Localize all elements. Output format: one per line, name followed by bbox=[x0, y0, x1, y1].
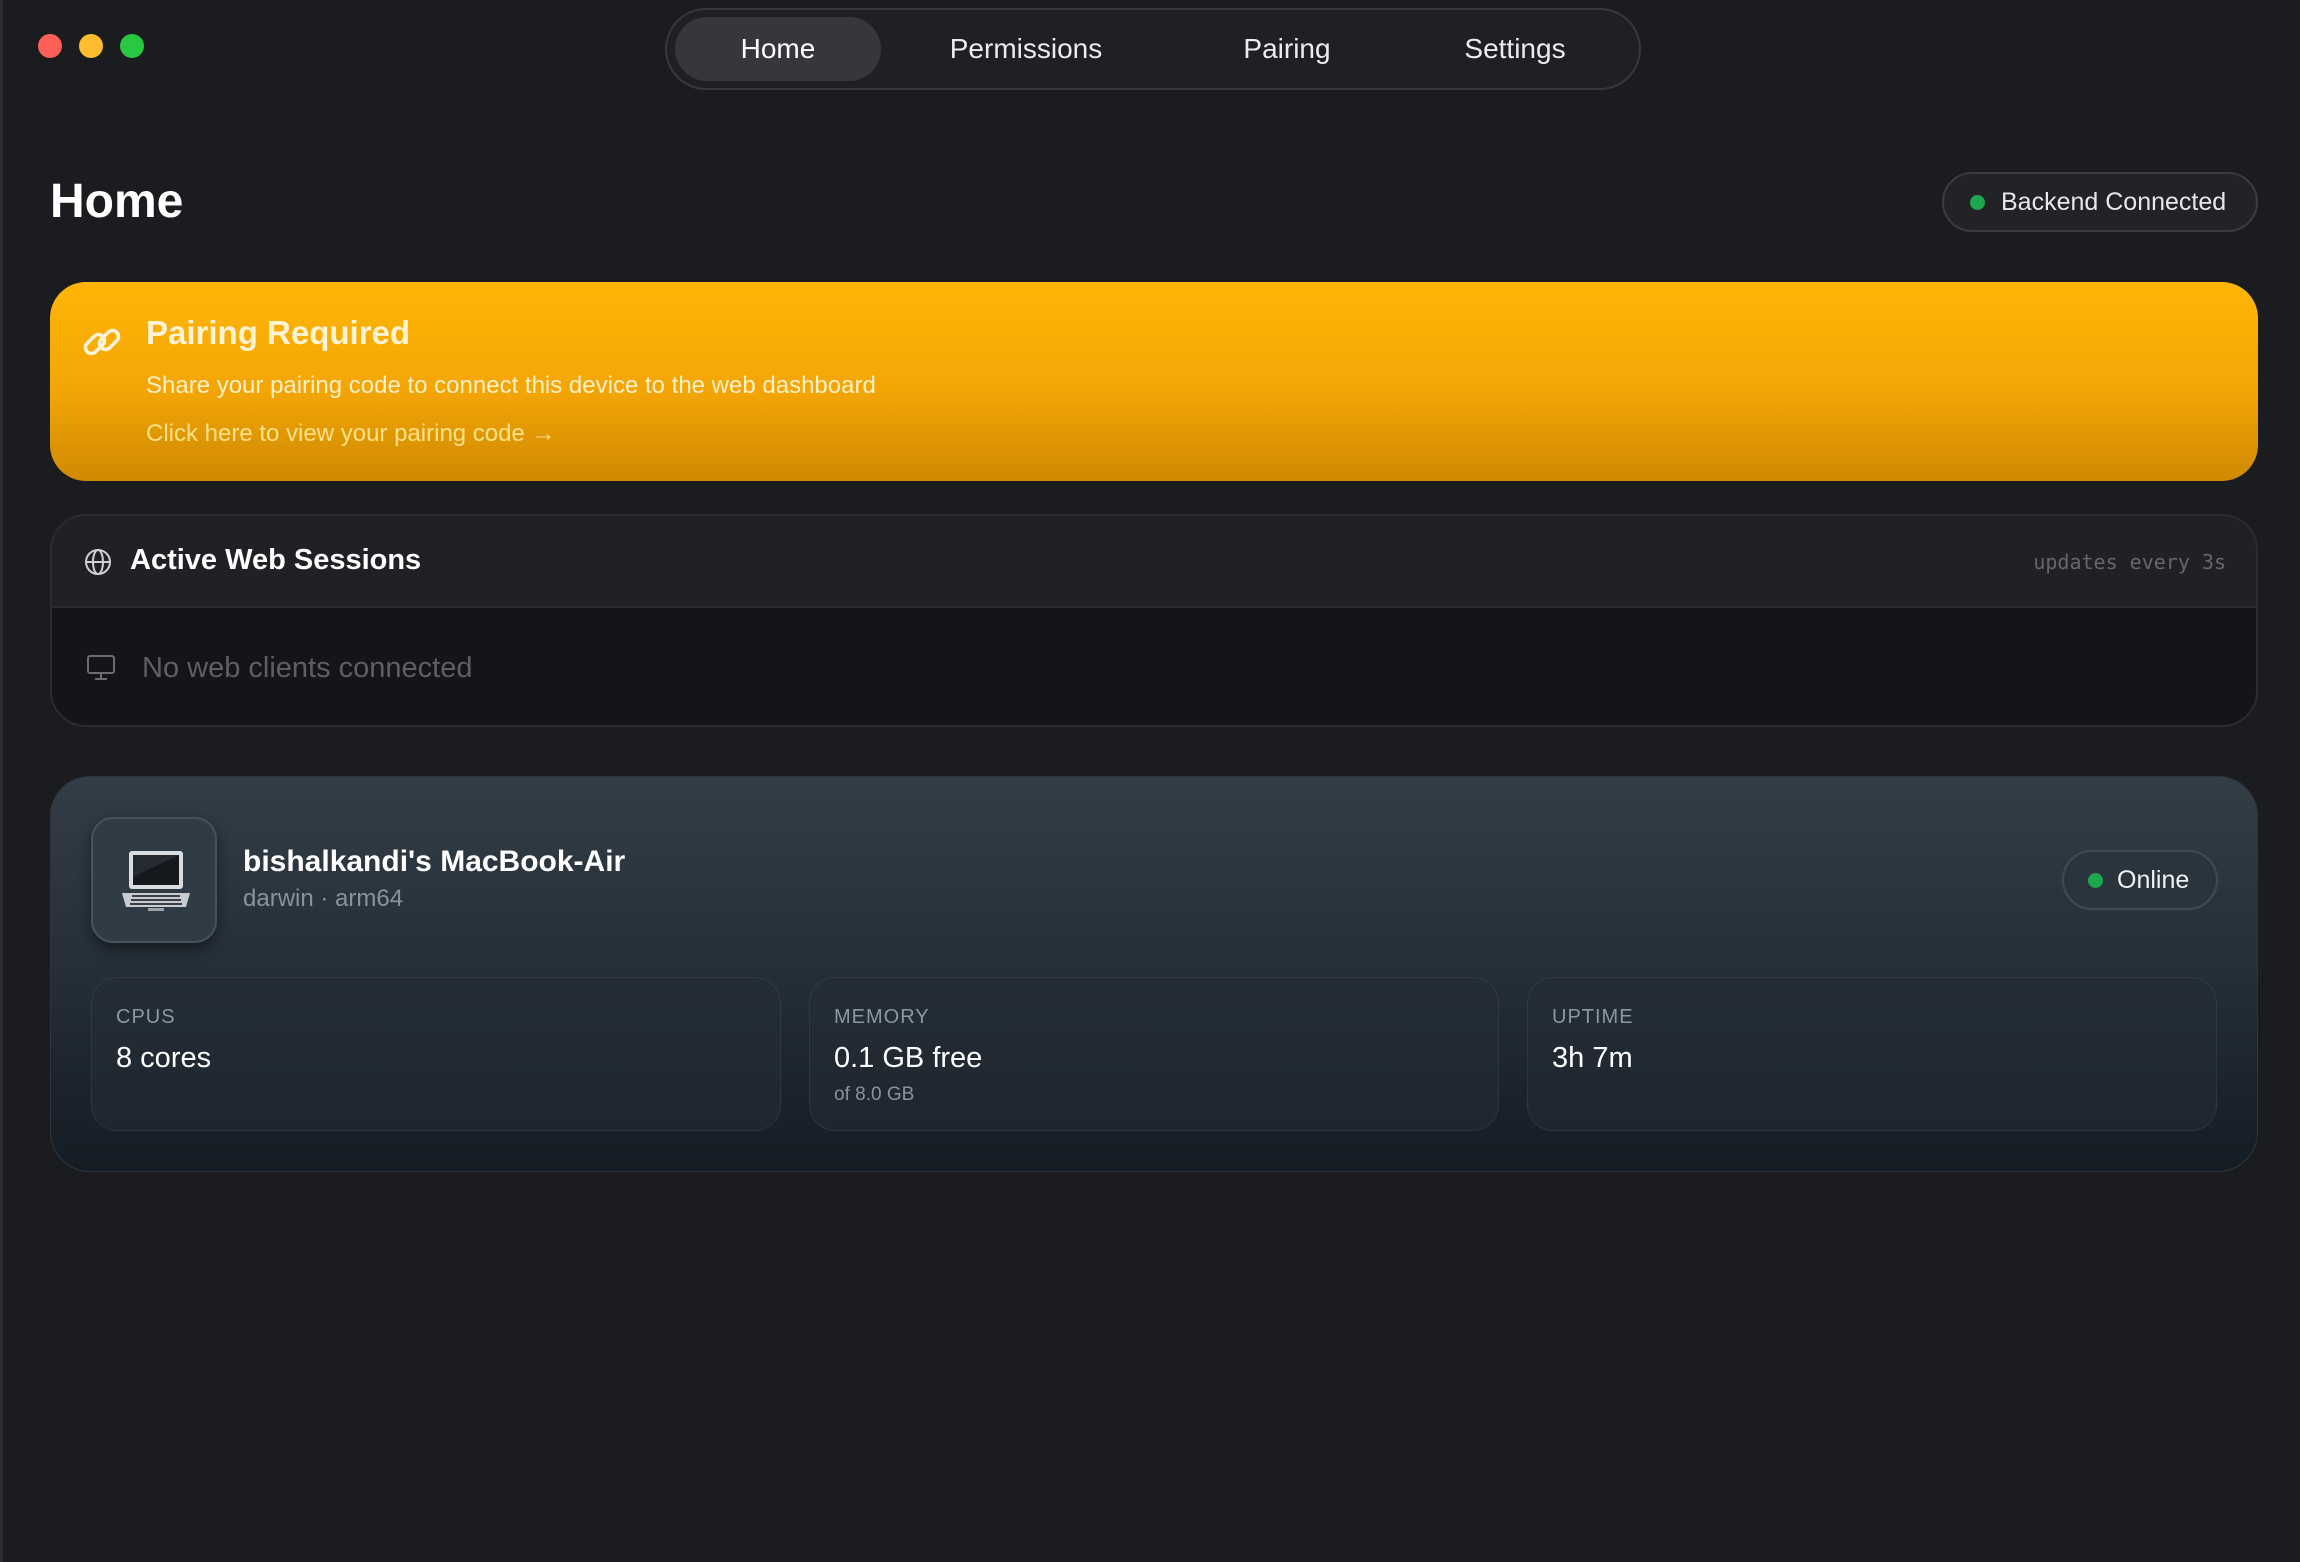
stat-value: 8 cores bbox=[116, 1042, 212, 1074]
tab-settings[interactable]: Settings bbox=[1403, 17, 1627, 81]
stat-value: 3h 7m bbox=[1552, 1042, 1633, 1074]
stat-cpus: CPUS 8 cores bbox=[91, 977, 781, 1131]
page-title: Home bbox=[50, 175, 184, 228]
backend-status-label: Backend Connected bbox=[2001, 187, 2227, 216]
laptop-icon bbox=[122, 851, 190, 911]
tab-permissions[interactable]: Permissions bbox=[881, 17, 1171, 81]
tab-home[interactable]: Home bbox=[675, 17, 881, 81]
close-window-button[interactable] bbox=[38, 34, 62, 58]
stat-label: CPUS bbox=[116, 1006, 176, 1028]
globe-icon bbox=[85, 549, 111, 575]
device-status-badge: Online bbox=[2062, 850, 2218, 910]
link-icon bbox=[83, 328, 121, 356]
maximize-window-button[interactable] bbox=[120, 34, 144, 58]
sessions-body: No web clients connected bbox=[52, 608, 2256, 725]
device-name: bishalkandi's MacBook-Air bbox=[243, 845, 626, 878]
sessions-title: Active Web Sessions bbox=[130, 544, 422, 576]
no-clients-message: No web clients connected bbox=[142, 652, 473, 684]
active-web-sessions-card: Active Web Sessions updates every 3s No … bbox=[50, 514, 2258, 727]
banner-title: Pairing Required bbox=[146, 314, 411, 351]
device-card: bishalkandi's MacBook-Air darwin · arm64… bbox=[50, 776, 2258, 1172]
online-dot-icon bbox=[2088, 872, 2103, 888]
sessions-header: Active Web Sessions updates every 3s bbox=[52, 516, 2256, 608]
sessions-update-note: updates every 3s bbox=[2033, 550, 2226, 574]
stat-uptime: UPTIME 3h 7m bbox=[1527, 977, 2217, 1131]
minimize-window-button[interactable] bbox=[79, 34, 103, 58]
banner-description: Share your pairing code to connect this … bbox=[146, 372, 876, 399]
device-icon-tile bbox=[91, 817, 217, 943]
window-edge bbox=[0, 0, 3, 1562]
window-controls bbox=[38, 34, 144, 58]
pairing-required-banner[interactable]: Pairing Required Share your pairing code… bbox=[50, 282, 2258, 481]
backend-status-badge: Backend Connected bbox=[1942, 172, 2258, 232]
top-nav: Home Permissions Pairing Settings bbox=[665, 8, 1641, 90]
device-status-label: Online bbox=[2117, 865, 2190, 894]
device-platform: darwin · arm64 bbox=[243, 885, 404, 912]
stat-label: MEMORY bbox=[834, 1006, 930, 1028]
stat-memory: MEMORY 0.1 GB free of 8.0 GB bbox=[809, 977, 1499, 1131]
monitor-icon bbox=[87, 655, 115, 680]
stat-label: UPTIME bbox=[1552, 1006, 1634, 1028]
status-dot-icon bbox=[1970, 194, 1985, 210]
tab-pairing[interactable]: Pairing bbox=[1171, 17, 1403, 81]
stat-subtext: of 8.0 GB bbox=[834, 1084, 915, 1105]
view-pairing-code-link[interactable]: Click here to view your pairing code → bbox=[146, 420, 556, 448]
stat-value: 0.1 GB free bbox=[834, 1042, 983, 1074]
